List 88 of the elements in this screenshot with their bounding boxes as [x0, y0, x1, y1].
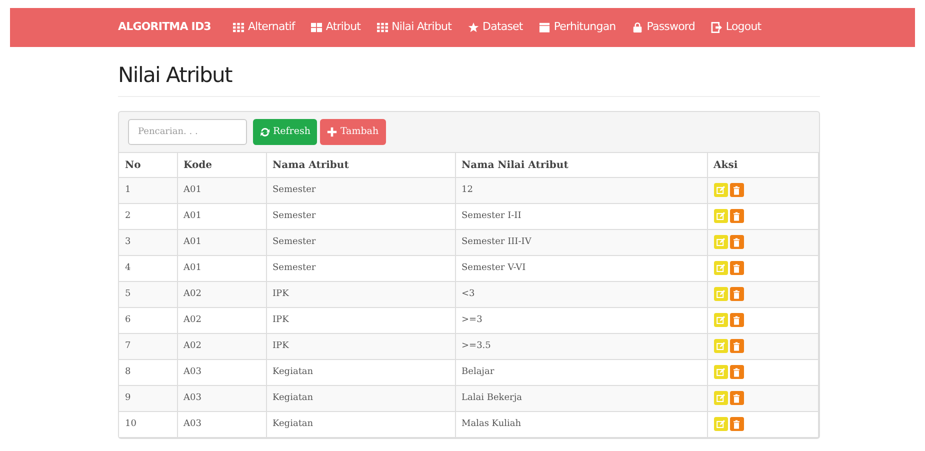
search-field[interactable]: Pencarian. . . [128, 119, 247, 146]
edit-button[interactable] [714, 209, 728, 224]
refresh-icon [260, 127, 270, 138]
edit-icon [716, 186, 725, 195]
lock-icon [632, 22, 643, 33]
edit-icon [716, 342, 725, 351]
edit-button[interactable] [714, 365, 728, 380]
table-cell: 5 [119, 282, 177, 308]
edit-icon [716, 212, 725, 221]
table-cell: Lalai Bekerja [455, 386, 707, 412]
nav-link[interactable]: Perhitungan [538, 19, 616, 36]
grid-icon [232, 22, 244, 33]
edit-icon [716, 264, 725, 273]
edit-button[interactable] [714, 391, 728, 406]
edit-icon [716, 316, 725, 325]
star-icon [468, 22, 479, 33]
table-cell: A02 [177, 334, 266, 360]
nav-link[interactable]: Dataset [468, 19, 523, 36]
edit-button[interactable] [714, 235, 728, 250]
delete-button[interactable] [730, 183, 744, 198]
table-cell: A03 [177, 386, 266, 412]
table-cell: 10 [119, 412, 177, 438]
logout-icon [710, 22, 722, 33]
brand-link[interactable]: ALGORITMA ID3 [118, 19, 211, 36]
edit-button[interactable] [714, 183, 728, 198]
table-cell: 1 [119, 178, 177, 204]
table-cell: 12 [455, 178, 707, 204]
calendar-icon [538, 22, 550, 33]
table-cell: A03 [177, 412, 266, 438]
table-cell: Kegiatan [266, 412, 455, 438]
nav-link[interactable]: Password [632, 19, 695, 36]
table-cell: A01 [177, 230, 266, 256]
column-header: Aksi [707, 152, 818, 178]
table-cell: >=3.5 [455, 334, 707, 360]
column-header: Nama Atribut [266, 152, 455, 178]
nav-link[interactable]: Logout [710, 19, 762, 36]
column-header: Nama Nilai Atribut [455, 152, 707, 178]
refresh-button[interactable]: Refresh [253, 119, 318, 146]
table-cell: Kegiatan [266, 386, 455, 412]
page-title: Nilai Atribut [118, 63, 820, 98]
edit-icon [716, 368, 725, 377]
trash-icon [732, 186, 741, 195]
table-cell: Semester III-IV [455, 230, 707, 256]
table-cell: IPK [266, 334, 455, 360]
table-cell: Malas Kuliah [455, 412, 707, 438]
edit-icon [716, 420, 725, 429]
blocks-icon [310, 22, 322, 33]
trash-icon [732, 264, 741, 273]
delete-button[interactable] [730, 209, 744, 224]
nav-link[interactable]: Atribut [310, 19, 361, 36]
grid-icon [376, 22, 388, 33]
table-cell: A02 [177, 282, 266, 308]
table-cell: 7 [119, 334, 177, 360]
edit-icon [716, 238, 725, 247]
trash-icon [732, 238, 741, 247]
delete-button[interactable] [730, 261, 744, 276]
delete-button[interactable] [730, 287, 744, 302]
trash-icon [732, 316, 741, 325]
table-cell: Semester [266, 230, 455, 256]
delete-button[interactable] [730, 313, 744, 328]
delete-button[interactable] [730, 417, 744, 432]
table-cell: 3 [119, 230, 177, 256]
nav-link[interactable]: Nilai Atribut [376, 19, 452, 36]
delete-button[interactable] [730, 391, 744, 406]
trash-icon [732, 420, 741, 429]
table-cell: A01 [177, 178, 266, 204]
edit-button[interactable] [714, 339, 728, 354]
table-cell: 9 [119, 386, 177, 412]
table-cell: <3 [455, 282, 707, 308]
trash-icon [732, 394, 741, 403]
trash-icon [732, 290, 741, 299]
plus-icon [327, 127, 338, 138]
edit-icon [716, 394, 725, 403]
table-cell: Semester [266, 178, 455, 204]
edit-button[interactable] [714, 261, 728, 276]
trash-icon [732, 342, 741, 351]
table-cell: IPK [266, 282, 455, 308]
edit-button[interactable] [714, 287, 728, 302]
add-button[interactable]: Tambah [320, 119, 386, 146]
edit-button[interactable] [714, 313, 728, 328]
delete-button[interactable] [730, 339, 744, 354]
delete-button[interactable] [730, 235, 744, 250]
nav-link[interactable]: Alternatif [232, 19, 295, 36]
edit-button[interactable] [714, 417, 728, 432]
trash-icon [732, 368, 741, 377]
edit-icon [716, 290, 725, 299]
delete-button[interactable] [730, 365, 744, 380]
trash-icon [732, 212, 741, 221]
